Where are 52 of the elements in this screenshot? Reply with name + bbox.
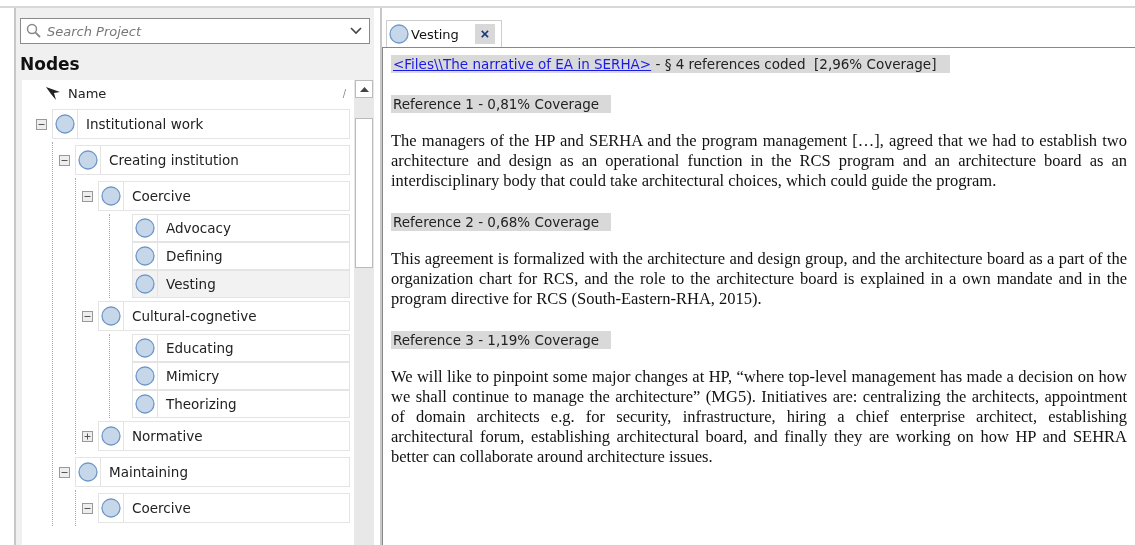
node-icon: [101, 426, 121, 446]
sort-mark: /: [342, 87, 346, 99]
scrollbar[interactable]: [354, 80, 374, 545]
reference-heading: Reference 3 - 1,19% Coverage: [391, 331, 612, 349]
chevron-down-icon[interactable]: [350, 27, 362, 35]
node-icon: [135, 246, 155, 266]
file-link[interactable]: <Files\\The narrative of EA in SERHA>: [393, 56, 652, 72]
column-header[interactable]: Name: [68, 85, 337, 101]
node-icon: [389, 24, 409, 44]
node-icon: [135, 274, 155, 294]
node-icon: [78, 462, 98, 482]
node-icon: [135, 338, 155, 358]
node-icon: [135, 366, 155, 386]
node-icon: [101, 186, 121, 206]
reference-text: This agreement is formalized with the architecture and design group, and the architecture board as a part of the organization chart for RCS, and the role to the architecture board is explained in a own mandate and in the program directive for RCS (South-Eastern-RHA, 2015).: [391, 249, 1127, 309]
collapse-icon[interactable]: [58, 154, 70, 166]
tree-node[interactable]: Coercive: [98, 181, 350, 211]
search-icon: [26, 23, 41, 38]
reference-text: We will like to pinpoint some major changes at HP, “where top-level management has made a decision on how we shall continue to manage the architecture” (MG5). Initiatives are: centralizing the architects, appointment of domain architects e.g. for security, infrastructure, hiring a chief enterprise architect, establishing architectural forum, establishing architectural board, and finally they are working on how HP and SEHRA better can collaborate around architecture issues.: [391, 367, 1127, 467]
node-icon: [101, 306, 121, 326]
reference-text: The managers of the HP and SERHA and the program management […], agreed that we had to establish two architecture and design as an operational function in the RCS program and an architecture board as an interdisciplinary body that could take architectural choices, which could guide the program.: [391, 131, 1127, 191]
coding-summary: <Files\\The narrative of EA in SERHA> - § 4 references coded [2,96% Coverage]: [391, 55, 951, 73]
expand-icon[interactable]: [81, 430, 93, 442]
collapse-icon[interactable]: [81, 310, 93, 322]
search-field[interactable]: Search Project: [20, 18, 370, 44]
node-icon: [135, 394, 155, 414]
close-button[interactable]: ×: [474, 24, 495, 44]
collapse-icon[interactable]: [58, 466, 70, 478]
reference-heading: Reference 2 - 0,68% Coverage: [391, 213, 612, 231]
node-icon: [55, 114, 75, 134]
tree-node[interactable]: Maintaining: [75, 457, 350, 487]
scroll-up-icon[interactable]: [359, 86, 369, 92]
collapse-icon[interactable]: [81, 502, 93, 514]
tree-node[interactable]: Advocacy: [132, 214, 350, 242]
tree-node[interactable]: Vesting: [132, 270, 350, 298]
tree-node[interactable]: Creating institution: [75, 145, 350, 175]
node-icon: [101, 498, 121, 518]
panel-title: Nodes: [20, 53, 81, 76]
node-icon: [78, 150, 98, 170]
tree-node[interactable]: Educating: [132, 334, 350, 362]
document-tab[interactable]: Vesting ×: [386, 20, 502, 47]
tree-node[interactable]: Normative: [98, 421, 350, 451]
tree-node[interactable]: Institutional work: [52, 109, 350, 139]
tree-node[interactable]: Theorizing: [132, 390, 350, 418]
tree-node[interactable]: Coercive: [98, 493, 350, 523]
tree-node[interactable]: Defining: [132, 242, 350, 270]
collapse-icon[interactable]: [81, 190, 93, 202]
tree-node[interactable]: Mimicry: [132, 362, 350, 390]
collapse-icon[interactable]: [35, 118, 47, 130]
tree-node[interactable]: Cultural-cognetive: [98, 301, 350, 331]
node-icon: [135, 218, 155, 238]
reference-heading: Reference 1 - 0,81% Coverage: [391, 95, 612, 113]
